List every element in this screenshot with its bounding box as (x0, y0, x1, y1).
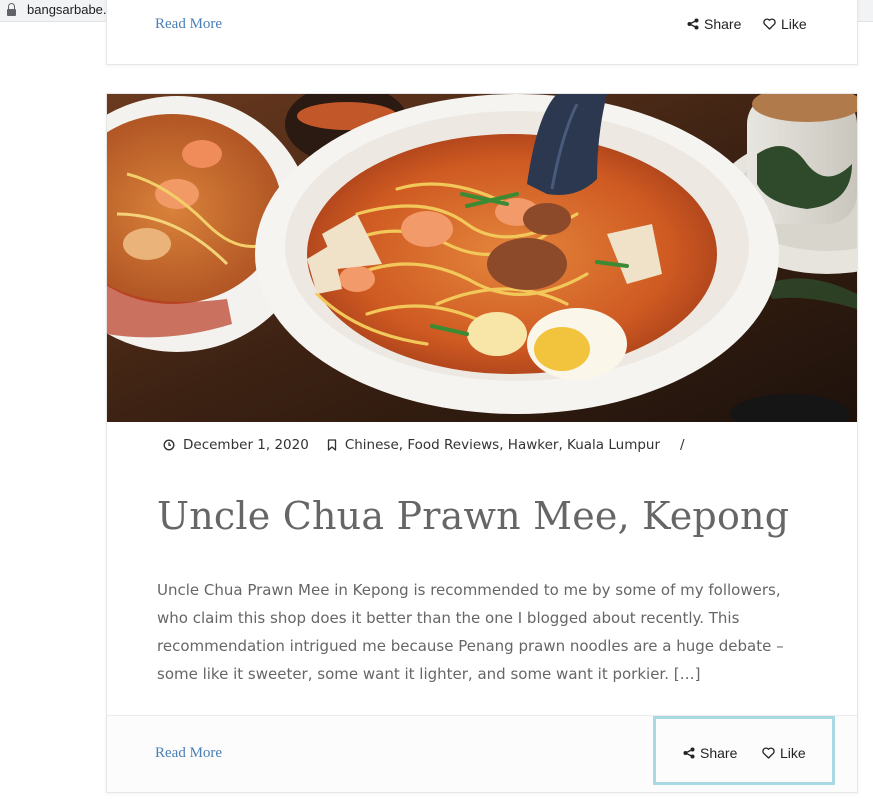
prawn-noodle-photo (107, 94, 857, 422)
meta-separator: / (680, 437, 685, 453)
post-featured-image[interactable] (107, 94, 857, 422)
lock-icon (7, 3, 16, 16)
heart-icon (763, 18, 776, 30)
post-title[interactable]: Uncle Chua Prawn Mee, Kepong (157, 494, 789, 538)
post-actions: Share Like (655, 716, 835, 793)
like-button[interactable]: Like (762, 745, 806, 761)
bookmark-icon (327, 439, 336, 451)
post-excerpt: Uncle Chua Prawn Mee in Kepong is recomm… (157, 581, 784, 683)
previous-like-label: Like (781, 16, 807, 32)
post-card: December 1, 2020 Chinese, Food Reviews, … (106, 93, 858, 793)
share-icon (683, 747, 695, 759)
previous-read-more-link[interactable]: Read More (155, 16, 222, 33)
read-more-link[interactable]: Read More (155, 745, 222, 762)
clock-icon (163, 439, 175, 451)
post-date: December 1, 2020 (183, 437, 309, 453)
heart-icon (762, 747, 775, 759)
previous-post-footer: Read More Share Like (107, 0, 857, 64)
previous-like-button[interactable]: Like (763, 16, 807, 32)
share-icon (687, 18, 699, 30)
share-label: Share (700, 745, 738, 761)
share-button[interactable]: Share (683, 745, 737, 761)
previous-share-button[interactable]: Share (687, 16, 741, 32)
post-categories[interactable]: Chinese, Food Reviews, Hawker, Kuala Lum… (345, 437, 660, 453)
post-footer: Read More Share Like (107, 715, 857, 792)
previous-share-label: Share (704, 16, 742, 32)
previous-post-card: Read More Share Like (106, 0, 858, 65)
post-meta: December 1, 2020 Chinese, Food Reviews, … (163, 437, 685, 453)
like-label: Like (780, 745, 806, 761)
